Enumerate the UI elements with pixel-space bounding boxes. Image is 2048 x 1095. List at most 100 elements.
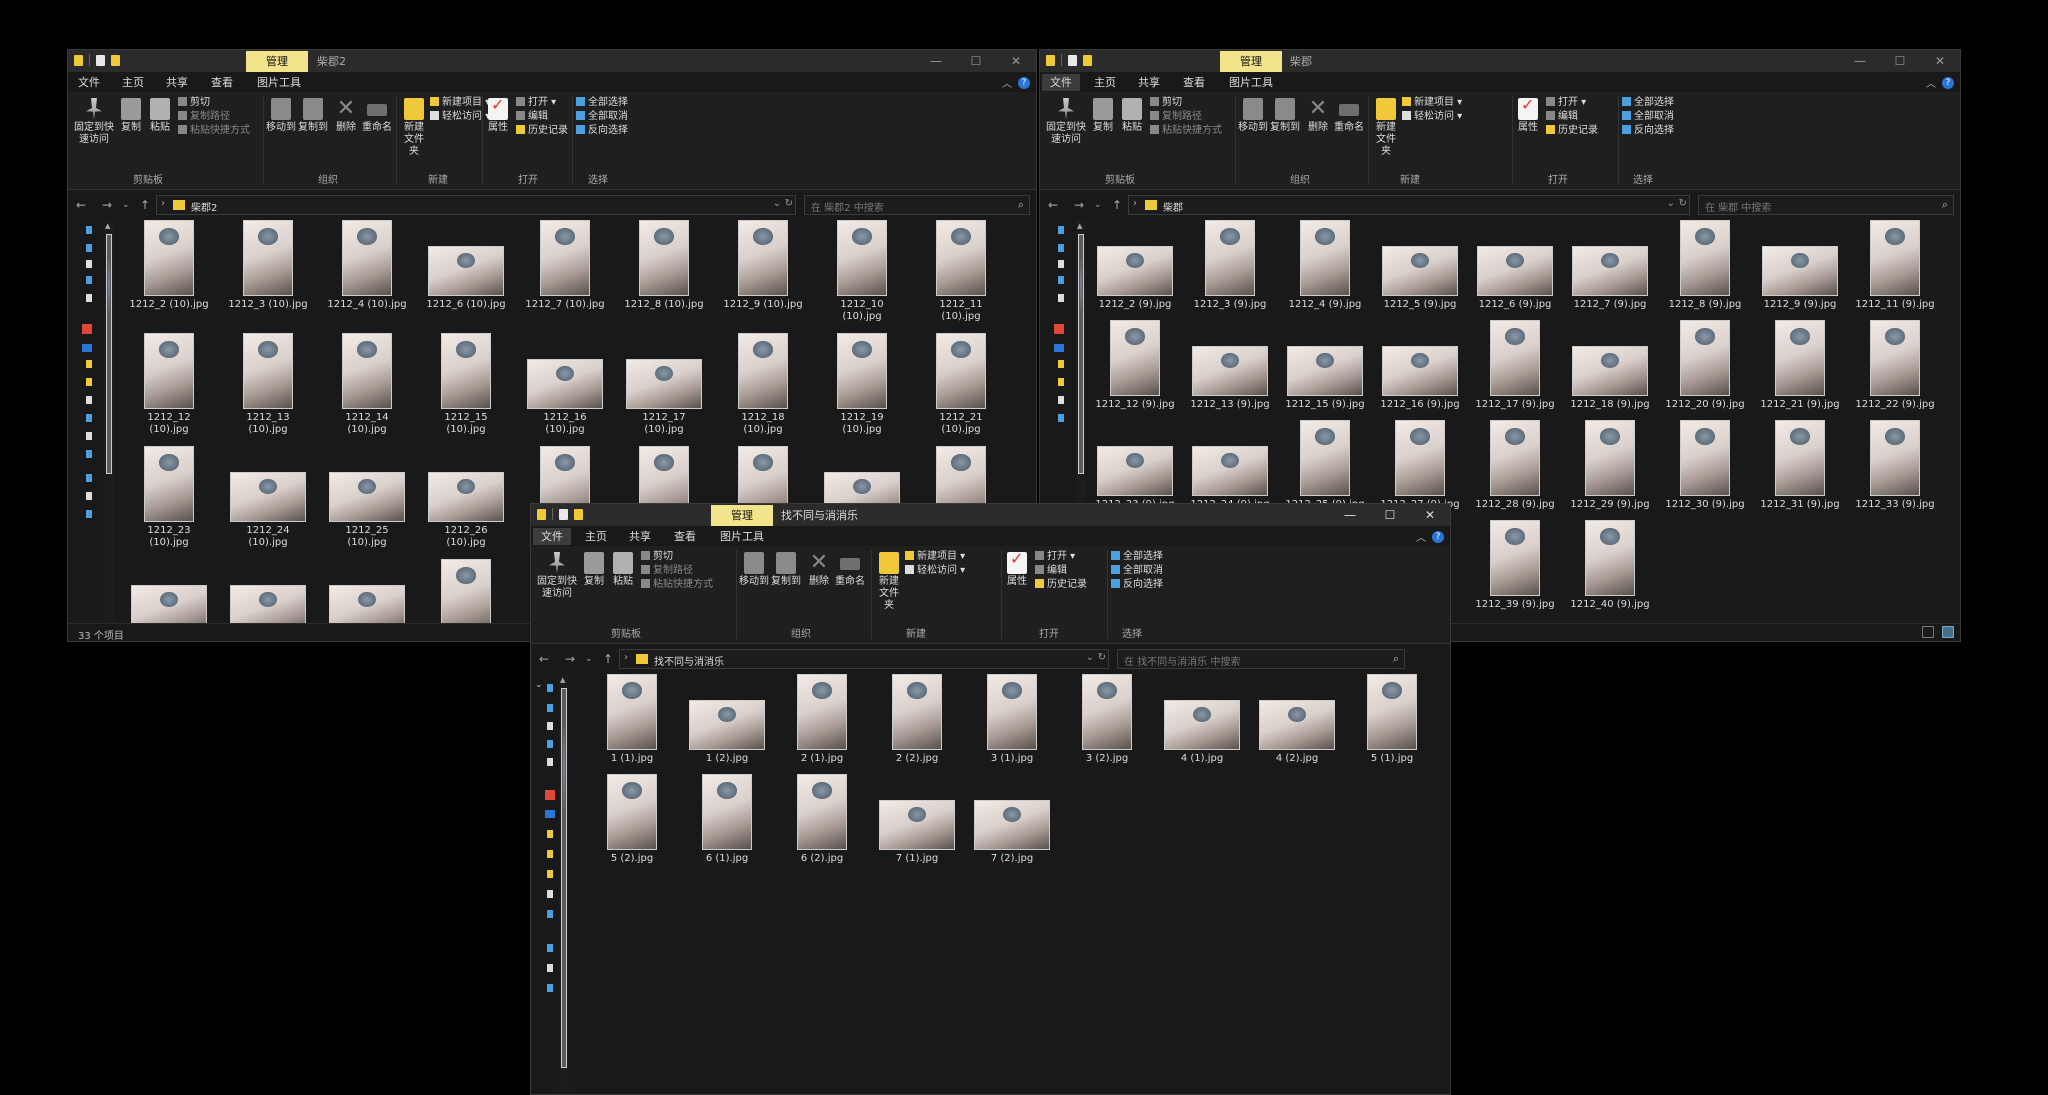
file-item[interactable]: 1212_21 (9).jpg	[1751, 320, 1849, 411]
chevron-down-icon[interactable]: ⌄	[585, 654, 593, 664]
title-bar[interactable]: 管理 柴郡 — ☐ ✕	[1040, 50, 1960, 72]
file-item[interactable]: 1212_14 (10).jpg	[318, 333, 416, 436]
forward-arrow-icon[interactable]: →	[102, 198, 112, 212]
file-item[interactable]: 1212_33 (9).jpg	[1846, 420, 1944, 511]
invert-selection-button[interactable]: 反向选择	[576, 124, 628, 137]
nav-item-icon[interactable]	[547, 964, 553, 972]
file-item[interactable]: 1212_25 (10).jpg	[318, 446, 416, 549]
refresh-icon[interactable]: ↻	[785, 198, 793, 209]
up-arrow-icon[interactable]: ↑	[603, 652, 613, 666]
copy-button[interactable]: 复制	[1090, 98, 1116, 134]
open-button[interactable]: 打开 ▾	[1035, 550, 1075, 563]
title-bar[interactable]: 管理 找不同与消消乐 — ☐ ✕	[531, 504, 1450, 526]
close-icon[interactable]: ✕	[996, 50, 1036, 72]
file-item[interactable]: 1212_4 (9).jpg	[1276, 220, 1374, 311]
new-folder-button[interactable]: 新建文件夹	[1372, 98, 1400, 158]
nav-scrollbar[interactable]: ▲	[559, 674, 569, 1094]
help-icon[interactable]: ?	[1432, 530, 1444, 543]
select-none-button[interactable]: 全部取消	[1111, 564, 1163, 577]
file-item[interactable]: 1212_28 (9).jpg	[1466, 420, 1564, 511]
copy-to-button[interactable]: 复制到	[1270, 98, 1300, 134]
file-item[interactable]: 3 (1).jpg	[963, 674, 1061, 765]
copy-button[interactable]: 复制	[118, 98, 144, 134]
file-item[interactable]: 1212_9 (10).jpg	[714, 220, 812, 311]
up-arrow-icon[interactable]: ↑	[1112, 198, 1122, 212]
nav-item-icon[interactable]	[86, 432, 92, 440]
navigation-pane[interactable]: ⌄	[531, 674, 559, 1094]
file-item[interactable]: 1212_2 (9).jpg	[1086, 220, 1184, 311]
copy-button[interactable]: 复制	[581, 552, 607, 588]
search-input[interactable]: 在 柴郡 中搜索 ⌕	[1698, 195, 1954, 215]
file-item[interactable]: 1212_21 (10).jpg	[912, 333, 1010, 436]
nav-item-icon[interactable]	[1058, 260, 1064, 268]
chevron-up-icon[interactable]: ︿	[1002, 75, 1012, 90]
chevron-down-icon[interactable]: ⌄	[1086, 652, 1094, 663]
new-folder-icon[interactable]	[111, 54, 120, 66]
nav-item-icon[interactable]	[86, 510, 92, 518]
folder-icon[interactable]	[1058, 360, 1064, 368]
tab-view[interactable]: 查看	[203, 74, 241, 91]
open-button[interactable]: 打开 ▾	[1546, 96, 1586, 109]
move-to-button[interactable]: 移动到	[1238, 98, 1268, 134]
file-item[interactable]: 1212_23 (9).jpg	[1086, 420, 1184, 511]
search-icon[interactable]: ⌕	[1018, 198, 1024, 212]
tab-file[interactable]: 文件	[1042, 74, 1080, 91]
edit-button[interactable]: 编辑	[1035, 564, 1067, 577]
paste-shortcut-button[interactable]: 粘贴快捷方式	[178, 124, 250, 137]
tab-manage[interactable]: 管理	[1220, 51, 1282, 72]
file-item[interactable]: 1212_4 (10).jpg	[318, 220, 416, 311]
cloud-icon[interactable]	[82, 344, 92, 352]
chevron-down-icon[interactable]: ⌄	[122, 200, 130, 210]
file-item[interactable]: 1212_19 (10).jpg	[813, 333, 911, 436]
quick-access-toolbar[interactable]	[1046, 54, 1092, 66]
maximize-icon[interactable]: ☐	[1880, 50, 1920, 72]
file-item[interactable]: 1212_12 (10).jpg	[120, 333, 218, 436]
explorer-window-find-difference[interactable]: 管理 找不同与消消乐 — ☐ ✕ 文件 主页 共享 查看 图片工具 ︿ ? 固定…	[530, 503, 1451, 1095]
title-bar[interactable]: 管理 柴郡2 — ☐ ✕	[68, 50, 1036, 72]
cut-button[interactable]: 剪切	[1150, 96, 1182, 109]
folder-icon[interactable]	[86, 378, 92, 386]
tab-home[interactable]: 主页	[114, 74, 152, 91]
nav-item-icon[interactable]	[86, 492, 92, 500]
history-button[interactable]: 历史记录	[516, 124, 568, 137]
file-item[interactable]: 1212_12 (9).jpg	[1086, 320, 1184, 411]
pin-to-quick-access-button[interactable]: 固定到快速访问	[535, 552, 579, 600]
nav-item-icon[interactable]	[86, 396, 92, 404]
open-button[interactable]: 打开 ▾	[516, 96, 556, 109]
new-folder-button[interactable]: 新建文件夹	[400, 98, 428, 158]
maximize-icon[interactable]: ☐	[956, 50, 996, 72]
address-bar[interactable]: › 找不同与消消乐 ⌄ ↻	[619, 649, 1109, 669]
tab-share[interactable]: 共享	[621, 528, 659, 545]
tab-manage[interactable]: 管理	[711, 505, 773, 526]
file-item[interactable]: 1212_27 (9).jpg	[1371, 420, 1469, 511]
file-item[interactable]	[219, 559, 317, 623]
address-bar[interactable]: › 柴郡 ⌄ ↻	[1128, 195, 1690, 215]
chevron-up-icon[interactable]: ▲	[1077, 222, 1082, 230]
folder-icon[interactable]	[547, 870, 553, 878]
paste-button[interactable]: 粘贴	[610, 552, 636, 588]
nav-item-icon[interactable]	[1058, 414, 1064, 422]
file-item[interactable]: 1212_15 (9).jpg	[1276, 320, 1374, 411]
file-item[interactable]: 1212_18 (10).jpg	[714, 333, 812, 436]
app-icon[interactable]	[1054, 324, 1064, 334]
move-to-button[interactable]: 移动到	[266, 98, 296, 134]
file-item[interactable]: 1212_16 (9).jpg	[1371, 320, 1469, 411]
tab-view[interactable]: 查看	[1175, 74, 1213, 91]
invert-selection-button[interactable]: 反向选择	[1622, 124, 1674, 137]
tab-share[interactable]: 共享	[158, 74, 196, 91]
file-item[interactable]: 1212_24 (10).jpg	[219, 446, 317, 549]
app-icon[interactable]	[82, 324, 92, 334]
file-item[interactable]: 1212_6 (10).jpg	[417, 220, 515, 311]
chevron-down-icon[interactable]: ⌄	[773, 198, 781, 209]
select-all-button[interactable]: 全部选择	[576, 96, 628, 109]
rename-button[interactable]: 重命名	[833, 552, 867, 588]
file-item[interactable]: 2 (1).jpg	[773, 674, 871, 765]
maximize-icon[interactable]: ☐	[1370, 504, 1410, 526]
file-item[interactable]: 1212_18 (9).jpg	[1561, 320, 1659, 411]
file-item[interactable]: 1212_2 (10).jpg	[120, 220, 218, 311]
up-arrow-icon[interactable]: ↑	[140, 198, 150, 212]
file-item[interactable]: 1212_8 (9).jpg	[1656, 220, 1754, 311]
file-item[interactable]: 4 (2).jpg	[1248, 674, 1346, 765]
edit-button[interactable]: 编辑	[516, 110, 548, 123]
minimize-icon[interactable]: —	[1840, 50, 1880, 72]
